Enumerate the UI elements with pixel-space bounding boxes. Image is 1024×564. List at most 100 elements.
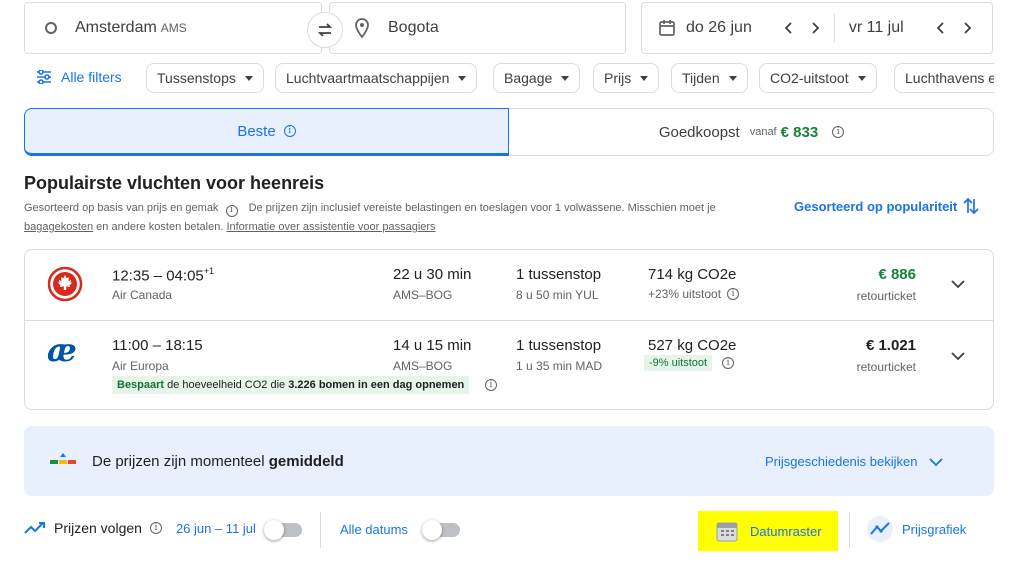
price-graph-label: Prijsgrafiek <box>902 521 967 537</box>
section-subtitle: Gesorteerd op basis van prijs en gemak i… <box>24 199 784 237</box>
tab-best[interactable]: Beste i <box>24 108 509 156</box>
location-pin-icon <box>355 18 369 38</box>
price-graph-button[interactable]: Prijsgrafiek <box>866 515 966 543</box>
tab-cheapest-price: € 833 <box>780 123 819 141</box>
subtitle-price-text: De prijzen zijn inclusief vereiste belas… <box>248 202 716 214</box>
co2-delta: -9% uitstoot i <box>644 355 735 371</box>
tab-best-label: Beste <box>237 122 276 140</box>
all-dates-label: Alle datums <box>340 522 408 537</box>
price-type: retourticket <box>856 360 916 374</box>
chip-airports-clip: Luchthavens e <box>894 63 994 93</box>
flight-duration: 14 u 15 min <box>393 337 472 354</box>
layover-info: 1 u 35 min MAD <box>516 359 603 373</box>
return-date[interactable]: vr 11 jul <box>835 3 904 53</box>
flight-duration: 22 u 30 min <box>393 266 472 283</box>
price-graph-icon <box>867 516 893 542</box>
info-icon[interactable]: i <box>225 204 238 217</box>
trending-icon <box>24 522 45 534</box>
return-prev-button[interactable] <box>928 15 954 41</box>
day-offset: +1 <box>203 266 215 276</box>
return-date-text: vr 11 jul <box>848 19 904 36</box>
chip-baggage[interactable]: Bagage <box>493 63 581 93</box>
flight-row[interactable]: æ 11:00 – 18:15 Air Europa Bespaart de h… <box>25 321 993 410</box>
info-icon[interactable]: i <box>832 126 845 138</box>
chevron-left-icon <box>936 22 944 34</box>
price-insight-banner[interactable]: De prijzen zijn momenteel gemiddeld Prij… <box>24 426 994 496</box>
flight-stops: 1 tussenstop <box>516 266 602 283</box>
origin-field[interactable]: Amsterdam AMS <box>24 2 322 54</box>
chip-label: Tussenstops <box>157 70 236 86</box>
track-date-range: 26 jun – 11 jul <box>175 520 256 536</box>
info-icon[interactable]: i <box>727 288 740 300</box>
eco-count: 3.226 bomen in een dag opnemen <box>288 379 465 391</box>
return-next-button[interactable] <box>954 15 980 41</box>
destination-field[interactable]: Bogota <box>329 2 626 54</box>
info-icon[interactable]: i <box>722 357 735 369</box>
caret-down-icon <box>640 75 649 81</box>
depart-date[interactable]: do 26 jun <box>642 3 752 53</box>
price-history-link[interactable]: Prijsgeschiedenis bekijken <box>765 454 944 469</box>
date-grid-calendar-icon <box>716 522 738 542</box>
chevron-left-icon <box>784 22 792 34</box>
caret-down-icon <box>857 75 866 81</box>
tab-cheapest[interactable]: Goedkoopst vanaf € 833 i <box>509 108 994 156</box>
tab-cheapest-from: vanaf <box>749 126 777 138</box>
caret-down-icon <box>728 75 737 81</box>
price-type: retourticket <box>856 289 916 303</box>
flight-times-text: 12:35 – 04:05 <box>112 267 204 285</box>
airline-name: Air Canada <box>112 288 173 302</box>
price-insight-text: De prijzen zijn momenteel gemiddeld <box>92 453 344 470</box>
info-icon[interactable]: i <box>485 379 497 391</box>
swap-arrows-icon <box>317 23 333 37</box>
eco-badge: Bespaart de hoeveelheid CO2 die 3.226 bo… <box>112 376 470 394</box>
sort-arrows-icon <box>963 197 979 215</box>
depart-next-button[interactable] <box>802 15 828 41</box>
chevron-down-icon <box>951 280 965 289</box>
passenger-assistance-link[interactable]: Informatie over assistentie voor passagi… <box>226 221 435 233</box>
flight-price: € 886 <box>878 266 916 283</box>
flight-times-text: 11:00 – 18:15 <box>112 337 203 354</box>
chip-airports[interactable]: Luchthavens e <box>894 63 994 93</box>
date-grid-button[interactable]: Datumraster <box>698 511 838 551</box>
track-prices-label: Prijzen volgen <box>54 520 142 536</box>
chevron-right-icon <box>812 22 820 34</box>
co2-delta-badge: -9% uitstoot <box>644 355 713 371</box>
toggle-knob <box>264 520 284 540</box>
caret-down-icon <box>458 75 467 81</box>
flight-route: AMS–BOG <box>393 288 453 302</box>
track-prices-toggle[interactable] <box>264 520 302 540</box>
chip-airlines[interactable]: Luchtvaartmaatschappijen <box>275 63 478 93</box>
origin-city: Amsterdam <box>75 19 157 36</box>
depart-date-text: do 26 jun <box>686 19 752 36</box>
section-title: Populairste vluchten voor heenreis <box>24 173 325 193</box>
swap-button[interactable] <box>307 12 343 48</box>
airline-name: Air Europa <box>112 359 169 373</box>
chip-label: Luchtvaartmaatschappijen <box>286 70 450 86</box>
chip-co2[interactable]: CO2-uitstoot <box>759 63 877 93</box>
results-list: 12:35 – 04:05+1 Air Canada 22 u 30 min A… <box>24 249 994 410</box>
chip-label: Bagage <box>504 70 553 86</box>
chip-times[interactable]: Tijden <box>671 63 748 93</box>
eco-prefix: Bespaart <box>117 379 165 391</box>
divider <box>320 512 321 548</box>
all-dates-toggle[interactable] <box>422 520 460 540</box>
flight-price: € 1.021 <box>865 337 916 354</box>
toggle-knob <box>422 520 442 540</box>
chevron-right-icon <box>964 22 971 34</box>
info-icon[interactable]: i <box>149 522 162 534</box>
flight-row[interactable]: 12:35 – 04:05+1 Air Canada 22 u 30 min A… <box>25 250 993 320</box>
info-icon[interactable]: i <box>283 125 296 137</box>
price-history-label: Prijsgeschiedenis bekijken <box>765 454 918 469</box>
all-filters-label: Alle filters <box>61 69 122 85</box>
chevron-down-icon <box>951 352 965 361</box>
track-prices: Prijzen volgen i 26 jun – 11 jul <box>24 520 256 536</box>
baggage-fees-link[interactable]: bagagekosten <box>24 221 93 233</box>
sort-button[interactable]: Gesorteerd op populariteit <box>794 197 979 215</box>
chip-price[interactable]: Prijs <box>593 63 660 93</box>
air-canada-logo-icon <box>47 266 83 302</box>
all-filters-button[interactable]: Alle filters <box>36 69 122 85</box>
flight-times: 12:35 – 04:05+1 <box>112 266 214 285</box>
co2-emissions: 527 kg CO2e <box>648 337 737 354</box>
depart-prev-button[interactable] <box>776 15 802 41</box>
chip-stops[interactable]: Tussenstops <box>146 63 264 93</box>
